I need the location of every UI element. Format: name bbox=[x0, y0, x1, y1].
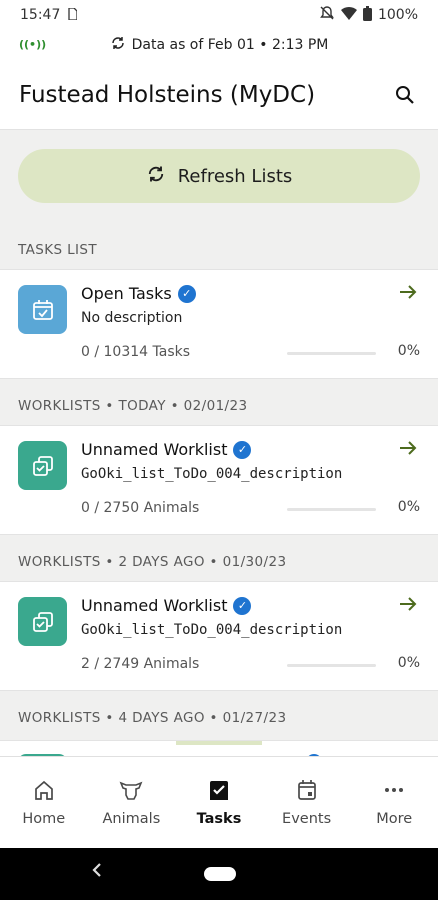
battery-icon bbox=[362, 5, 372, 25]
scroll-highlight bbox=[176, 741, 262, 745]
sim-card-icon bbox=[68, 6, 79, 23]
nav-label: Tasks bbox=[196, 811, 242, 827]
card-count: 2 / 2749 Animals bbox=[81, 656, 200, 672]
card-title-text: Unnamed Worklist bbox=[81, 440, 228, 459]
nav-home[interactable]: Home bbox=[0, 757, 88, 848]
worklist-icon bbox=[18, 597, 67, 646]
card-count: 0 / 10314 Tasks bbox=[81, 344, 191, 360]
section-header-worklists-today: WORKLISTS • TODAY • 02/01/23 bbox=[18, 398, 248, 414]
refresh-lists-button[interactable]: Refresh Lists bbox=[18, 149, 420, 203]
card-title: Open Tasks ✓ bbox=[81, 284, 196, 303]
card-description: No description bbox=[81, 310, 183, 326]
nav-tasks[interactable]: Tasks bbox=[175, 757, 263, 848]
card-title: Unnamed Worklist ✓ bbox=[81, 596, 252, 615]
card-title-text: Open Tasks bbox=[81, 284, 172, 303]
progress-bar bbox=[287, 664, 376, 667]
back-icon[interactable] bbox=[91, 860, 103, 885]
tasks-icon bbox=[207, 777, 231, 803]
section-header-tasks: TASKS LIST bbox=[18, 242, 98, 258]
progress-percent: 0% bbox=[397, 655, 420, 671]
home-gesture-pill[interactable] bbox=[204, 867, 236, 881]
arrow-right-icon[interactable] bbox=[398, 438, 418, 464]
card-title-text: Unnamed Worklist bbox=[81, 596, 228, 615]
worklist-card[interactable]: Unnamed Worklist ✓ GoOki_list_ToDo_004_d… bbox=[0, 581, 438, 691]
nav-label: Home bbox=[22, 811, 66, 827]
live-connection-icon: ((•)) bbox=[19, 38, 47, 51]
nav-label: Animals bbox=[102, 811, 161, 827]
card-description: GoOki_list_ToDo_004_description bbox=[81, 466, 343, 482]
nav-label: Events bbox=[282, 811, 332, 827]
data-timestamp: Data as of Feb 01 • 2:13 PM bbox=[131, 37, 329, 53]
status-time: 15:47 bbox=[20, 7, 61, 23]
nav-events[interactable]: Events bbox=[263, 757, 351, 848]
verified-icon: ✓ bbox=[233, 596, 252, 615]
card-count: 0 / 2750 Animals bbox=[81, 500, 200, 516]
task-list-card[interactable]: Open Tasks ✓ No description 0 / 10314 Ta… bbox=[0, 269, 438, 379]
mute-icon bbox=[319, 5, 335, 25]
system-navigation-bar bbox=[0, 848, 438, 900]
worklist-card[interactable]: Unnamed Worklist ✓ GoOki_list_ToDo_004_d… bbox=[0, 425, 438, 535]
worklist-card-partial[interactable] bbox=[0, 740, 438, 756]
bottom-navigation: Home Animals Tasks Events More bbox=[0, 756, 438, 848]
calendar-check-icon bbox=[18, 285, 67, 334]
arrow-right-icon[interactable] bbox=[398, 282, 418, 308]
section-header-worklists-4-days: WORKLISTS • 4 DAYS AGO • 01/27/23 bbox=[18, 710, 287, 726]
progress-bar bbox=[287, 508, 376, 511]
wifi-icon bbox=[340, 6, 357, 24]
app-bar: Fustead Holsteins (MyDC) bbox=[0, 60, 438, 130]
page-title: Fustead Holsteins (MyDC) bbox=[19, 81, 316, 108]
refresh-lists-label: Refresh Lists bbox=[177, 165, 293, 187]
cow-icon bbox=[119, 777, 143, 803]
section-header-worklists-2-days: WORKLISTS • 2 DAYS AGO • 01/30/23 bbox=[18, 554, 287, 570]
calendar-icon bbox=[296, 777, 318, 803]
verified-icon: ✓ bbox=[233, 440, 252, 459]
lists-content[interactable]: Refresh Lists TASKS LIST Open Tasks ✓ No… bbox=[0, 131, 438, 756]
worklist-icon bbox=[18, 441, 67, 490]
verified-icon: ✓ bbox=[177, 284, 196, 303]
home-icon bbox=[33, 777, 55, 803]
card-title: Unnamed Worklist ✓ bbox=[81, 440, 252, 459]
sync-icon bbox=[110, 35, 126, 55]
more-icon bbox=[383, 777, 405, 803]
nav-animals[interactable]: Animals bbox=[88, 757, 176, 848]
battery-percent: 100% bbox=[377, 7, 418, 23]
progress-percent: 0% bbox=[397, 499, 420, 515]
nav-label: More bbox=[376, 811, 413, 827]
arrow-right-icon[interactable] bbox=[398, 594, 418, 620]
nav-more[interactable]: More bbox=[350, 757, 438, 848]
search-icon[interactable] bbox=[391, 81, 419, 109]
card-description: GoOki_list_ToDo_004_description bbox=[81, 622, 343, 638]
sync-status-bar: ((•)) Data as of Feb 01 • 2:13 PM bbox=[0, 30, 438, 60]
progress-bar bbox=[287, 352, 376, 355]
refresh-icon bbox=[146, 164, 166, 189]
status-bar: 15:47 100% bbox=[0, 0, 438, 30]
progress-percent: 0% bbox=[397, 343, 420, 359]
